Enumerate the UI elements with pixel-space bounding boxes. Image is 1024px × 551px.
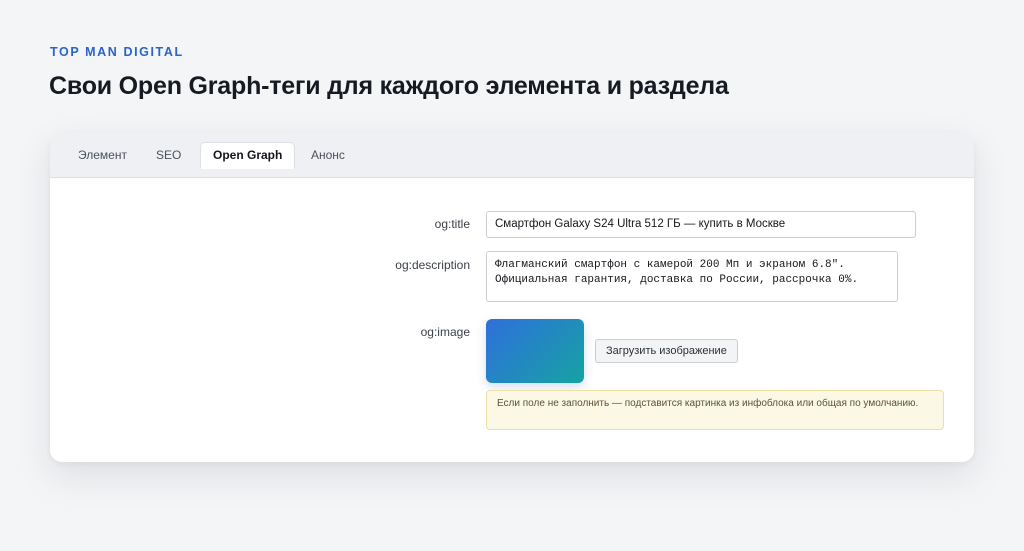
og-image-label: og:image <box>420 325 470 339</box>
og-image-hint: Если поле не заполнить — подставится кар… <box>486 390 944 430</box>
og-description-label: og:description <box>395 258 470 272</box>
og-title-input[interactable]: Смартфон Galaxy S24 Ultra 512 ГБ — купит… <box>486 211 916 238</box>
og-title-label: og:title <box>434 217 470 231</box>
og-image-preview <box>486 319 584 383</box>
tab-seo[interactable]: SEO <box>144 142 193 168</box>
tab-element[interactable]: Элемент <box>66 142 139 168</box>
tab-announcement[interactable]: Анонс <box>299 142 357 168</box>
page-title: Свои Open Graph-теги для каждого элемент… <box>49 72 729 100</box>
tab-open-graph[interactable]: Open Graph <box>200 142 296 169</box>
brand-label: TOP MAN DIGITAL <box>50 45 184 59</box>
og-description-textarea[interactable]: Флагманский смартфон с камерой 200 Мп и … <box>486 251 898 302</box>
settings-card: Элемент SEO Open Graph Анонс og:title См… <box>50 132 974 462</box>
tab-bar: Элемент SEO Open Graph Анонс <box>50 132 974 178</box>
upload-image-button[interactable]: Загрузить изображение <box>595 339 738 363</box>
